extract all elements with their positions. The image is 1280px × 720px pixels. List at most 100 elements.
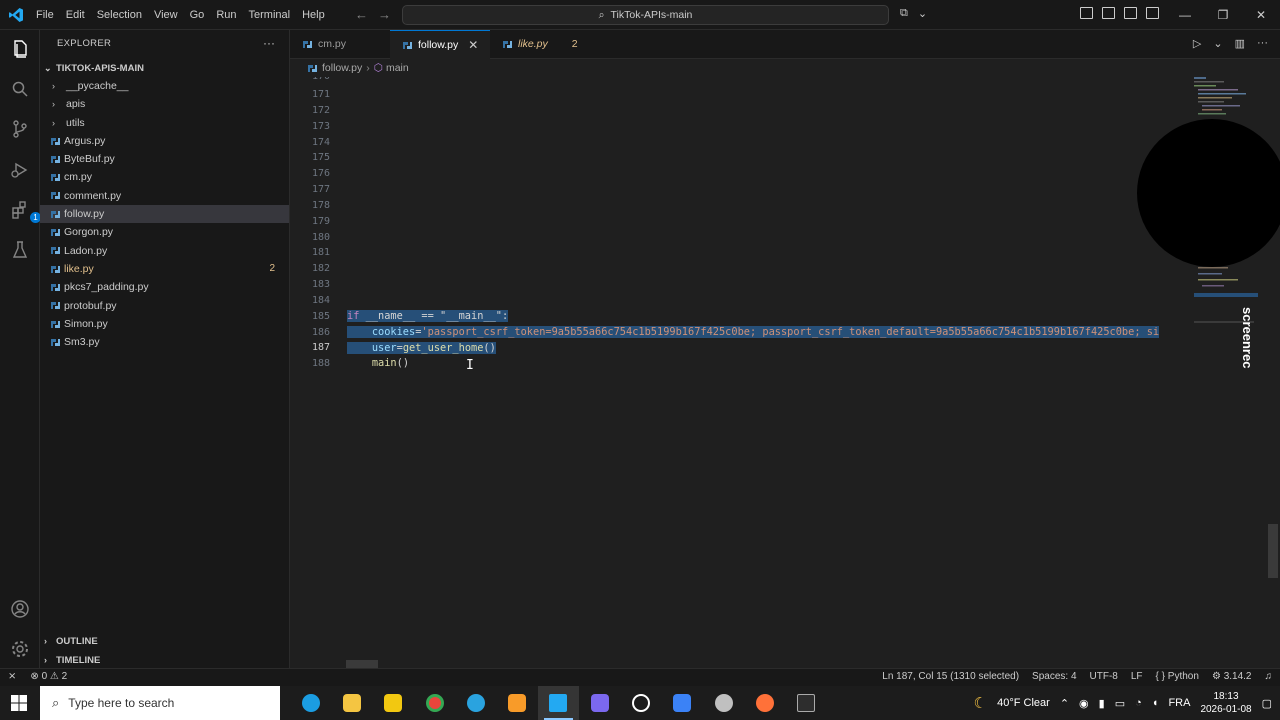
file-comment[interactable]: comment.py (40, 187, 289, 205)
weather-moon-icon[interactable]: ☾ (974, 694, 987, 712)
line-number: 175 (311, 152, 330, 163)
menu-selection[interactable]: Selection (91, 0, 148, 30)
sublime-app[interactable] (496, 686, 537, 720)
tab-like[interactable]: like.py 2 (490, 30, 600, 59)
minimize-icon[interactable]: — (1166, 0, 1204, 30)
close-window-icon[interactable]: ✕ (1242, 0, 1280, 30)
close-tab-icon[interactable]: ✕ (468, 31, 478, 60)
code-line-185: if __name__ == "__main__": (347, 309, 509, 325)
run-debug-icon[interactable] (10, 160, 30, 180)
usb-icon[interactable]: ▮ (1099, 697, 1105, 710)
source-control-icon[interactable] (10, 119, 30, 139)
remote-icon[interactable]: ⨯ (8, 671, 16, 682)
chevron-down-icon[interactable]: ⌄ (1213, 37, 1222, 50)
notifications-bell-icon[interactable]: ♫ (1265, 671, 1273, 682)
folder-pycache[interactable]: › __pycache__ (40, 77, 289, 95)
breadcrumb-symbol[interactable]: main (386, 62, 409, 74)
encoding[interactable]: UTF-8 (1090, 671, 1118, 682)
app-hex[interactable] (579, 686, 620, 720)
file-gorgon[interactable]: Gorgon.py (40, 223, 289, 241)
app-game[interactable] (703, 686, 744, 720)
menu-help[interactable]: Help (296, 0, 331, 30)
end-of-line[interactable]: LF (1131, 671, 1143, 682)
timeline-section[interactable]: › TIMELINE (44, 651, 100, 669)
explorer-icon[interactable] (10, 39, 30, 59)
restore-icon[interactable]: ❐ (1204, 0, 1242, 30)
file-argus[interactable]: Argus.py (40, 132, 289, 150)
outline-section[interactable]: › OUTLINE (44, 632, 98, 650)
vscode-app[interactable] (537, 686, 580, 720)
clock[interactable]: 18:13 2026-01-08 (1200, 690, 1251, 716)
taskbar-search[interactable]: ⌕ Type here to search (40, 686, 280, 720)
folder-utils[interactable]: › utils (40, 114, 289, 132)
language-mode[interactable]: { } Python (1156, 671, 1199, 682)
toggle-sidebar-icon[interactable] (1102, 7, 1115, 19)
line-number: 173 (311, 121, 330, 132)
file-ladon[interactable]: Ladon.py (40, 242, 289, 260)
cursor-position[interactable]: Ln 187, Col 15 (1310 selected) (882, 671, 1019, 682)
telegram-app[interactable] (455, 686, 496, 720)
tab-follow[interactable]: follow.py ✕ (390, 30, 490, 59)
settings-gear-icon[interactable] (10, 639, 30, 659)
account-icon[interactable] (10, 599, 30, 619)
terminal-app[interactable] (786, 686, 827, 720)
code-editor[interactable]: 170 171 172 173 174 175 176 177 178 179 … (290, 77, 1280, 668)
copilot-app[interactable] (662, 686, 703, 720)
weather-text[interactable]: 40°F Clear (997, 697, 1050, 709)
notification-icon[interactable]: ▢ (1262, 697, 1272, 710)
keyboard-language[interactable]: FRA (1168, 697, 1190, 709)
horizontal-scrollbar-thumb[interactable] (346, 660, 378, 668)
menu-terminal[interactable]: Terminal (243, 0, 297, 30)
testing-icon[interactable] (10, 240, 30, 260)
command-center[interactable]: ⌕ TikTok-APIs-main (402, 5, 889, 25)
python-file-icon (51, 229, 60, 237)
file-sm3[interactable]: Sm3.py (40, 333, 289, 351)
toggle-panel-icon[interactable] (1124, 7, 1137, 19)
file-cm[interactable]: cm.py (40, 168, 289, 186)
file-protobuf[interactable]: protobuf.py (40, 297, 289, 315)
network-icon[interactable]: ▭ (1115, 697, 1125, 710)
file-follow[interactable]: follow.py (40, 205, 289, 224)
firefox-app[interactable] (744, 686, 785, 720)
forward-arrow-icon[interactable]: → (378, 7, 391, 22)
folder-apis[interactable]: › apis (40, 95, 289, 113)
menu-file[interactable]: File (30, 0, 60, 30)
back-arrow-icon[interactable]: ← (355, 7, 368, 22)
toggle-secondary-sidebar-icon[interactable] (1146, 7, 1159, 19)
more-actions-icon[interactable]: ··· (263, 36, 275, 50)
chevron-down-icon[interactable]: ⌄ (918, 7, 927, 20)
store-app[interactable] (373, 686, 414, 720)
extensions-icon[interactable]: 1 (10, 200, 41, 223)
tray-app-icon[interactable]: ◉ (1079, 697, 1089, 710)
chatgpt-app[interactable] (620, 686, 661, 720)
volume-icon[interactable]: ◖ (1152, 697, 1159, 709)
file-pkcs7-padding[interactable]: pkcs7_padding.py (40, 278, 289, 296)
breadcrumb-file[interactable]: follow.py (322, 62, 362, 74)
python-interpreter[interactable]: ⚙ 3.14.2 (1212, 671, 1252, 682)
tray-chevron-icon[interactable]: ⌃ (1060, 697, 1069, 710)
edge-app[interactable] (290, 686, 331, 720)
search-icon[interactable] (10, 79, 30, 99)
python-icon: ⚙ (1211, 671, 1221, 682)
customize-layout-icon[interactable] (1080, 7, 1093, 19)
run-python-icon[interactable]: ▷ (1193, 37, 1201, 50)
problems-indicator[interactable]: ⊗ 0 ⚠ 2 (30, 671, 67, 682)
indentation[interactable]: Spaces: 4 (1032, 671, 1076, 682)
tab-cm[interactable]: cm.py (290, 30, 390, 59)
wifi-icon[interactable]: ◔ (1135, 697, 1142, 709)
more-actions-icon[interactable]: ··· (1257, 37, 1268, 50)
menu-view[interactable]: View (148, 0, 184, 30)
split-editor-icon[interactable]: ▥ (1235, 37, 1245, 50)
windows-start-icon[interactable] (11, 695, 27, 711)
menu-go[interactable]: Go (184, 0, 211, 30)
file-bytebuf[interactable]: ByteBuf.py (40, 150, 289, 168)
scrollbar-thumb[interactable] (1268, 524, 1278, 578)
workspace-root[interactable]: ⌄ TIKTOK-APIS-MAIN (44, 60, 144, 76)
file-simon[interactable]: Simon.py (40, 315, 289, 333)
copilot-icon[interactable]: ⧉ (900, 7, 908, 20)
menu-edit[interactable]: Edit (60, 0, 91, 30)
menu-run[interactable]: Run (210, 0, 242, 30)
file-explorer-app[interactable] (331, 686, 372, 720)
file-like[interactable]: like.py 2 (40, 260, 289, 278)
chrome-app[interactable] (414, 686, 455, 720)
